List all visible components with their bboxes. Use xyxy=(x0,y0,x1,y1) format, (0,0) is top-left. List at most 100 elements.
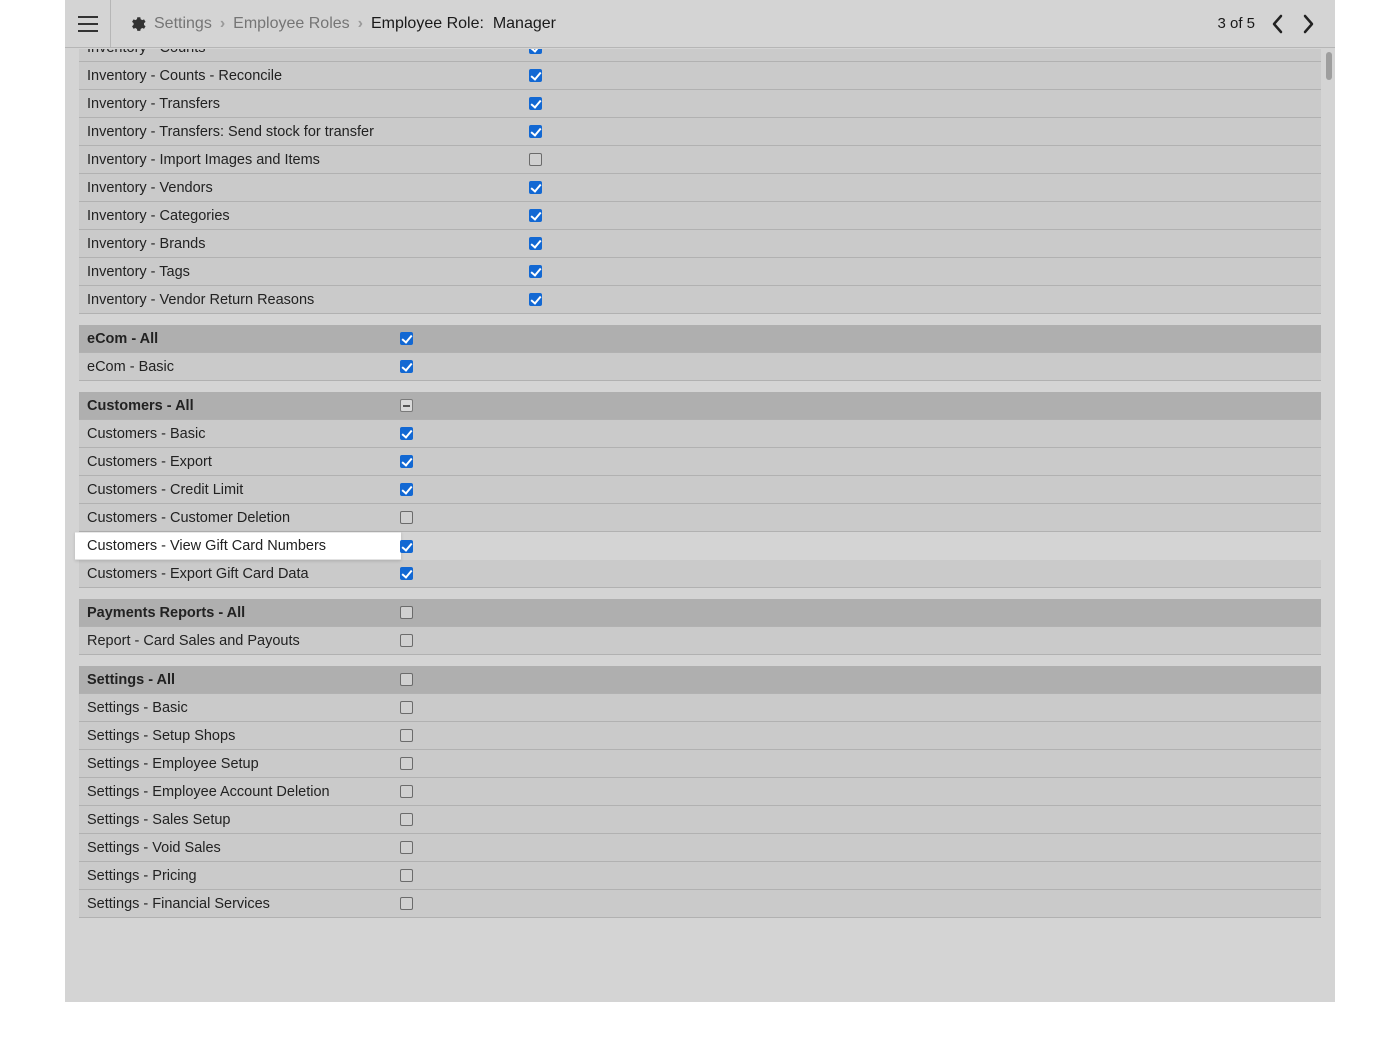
permission-checkbox[interactable] xyxy=(400,540,413,553)
permission-group-header[interactable]: Customers - All xyxy=(79,392,1321,420)
permission-checkbox[interactable] xyxy=(529,49,542,54)
permission-checkbox[interactable] xyxy=(400,729,413,742)
permission-checkbox[interactable] xyxy=(400,869,413,882)
permission-label: Inventory - Transfers: Send stock for tr… xyxy=(79,124,374,140)
permission-row[interactable]: Inventory - Counts xyxy=(79,49,1321,62)
permission-checkbox[interactable] xyxy=(529,181,542,194)
checkbox-slot xyxy=(399,332,413,345)
permission-row[interactable]: Inventory - Categories xyxy=(79,202,1321,230)
permission-row[interactable]: Settings - Sales Setup xyxy=(79,806,1321,834)
permission-checkbox[interactable] xyxy=(529,97,542,110)
pager-label: 3 of 5 xyxy=(1217,15,1255,32)
checkbox-slot xyxy=(399,455,413,468)
permission-row[interactable]: Inventory - Import Images and Items xyxy=(79,146,1321,174)
permission-checkbox[interactable] xyxy=(529,153,542,166)
permission-row[interactable]: Settings - Employee Account Deletion xyxy=(79,778,1321,806)
permission-label: Settings - Setup Shops xyxy=(79,728,235,744)
checkbox-slot xyxy=(528,49,542,54)
permission-row[interactable]: Customers - Credit Limit xyxy=(79,476,1321,504)
permission-label: Inventory - Vendor Return Reasons xyxy=(79,292,314,308)
app-header: Settings › Employee Roles › Employee Rol… xyxy=(65,0,1335,48)
gear-icon[interactable] xyxy=(117,15,157,33)
permission-label: Inventory - Counts - Reconcile xyxy=(79,68,282,84)
checkbox-slot xyxy=(528,97,542,110)
breadcrumb-settings[interactable]: Settings xyxy=(154,15,212,33)
permission-checkbox[interactable] xyxy=(400,332,413,345)
permission-label: Settings - Financial Services xyxy=(79,896,270,912)
permission-group-header[interactable]: eCom - All xyxy=(79,325,1321,353)
permission-checkbox[interactable] xyxy=(400,511,413,524)
permission-checkbox[interactable] xyxy=(400,427,413,440)
permission-group-header[interactable]: Payments Reports - All xyxy=(79,599,1321,627)
permission-label: Settings - All xyxy=(79,672,175,688)
permission-checkbox[interactable] xyxy=(400,841,413,854)
permission-checkbox[interactable] xyxy=(529,265,542,278)
checkbox-slot xyxy=(399,813,413,826)
pager-next-button[interactable] xyxy=(1295,10,1321,38)
permission-label: Customers - Customer Deletion xyxy=(79,510,290,526)
checkbox-slot xyxy=(399,841,413,854)
checkbox-slot xyxy=(528,265,542,278)
permission-row[interactable]: Settings - Pricing xyxy=(79,862,1321,890)
permission-checkbox[interactable] xyxy=(529,293,542,306)
permissions-panel: Inventory - Counts Inventory - Counts - R… xyxy=(65,49,1335,953)
permission-checkbox[interactable] xyxy=(400,634,413,647)
checkbox-slot xyxy=(399,869,413,882)
checkbox-slot xyxy=(399,729,413,742)
permission-row[interactable]: Inventory - Transfers: Send stock for tr… xyxy=(79,118,1321,146)
permission-label: Customers - Export Gift Card Data xyxy=(79,566,309,582)
permission-checkbox[interactable] xyxy=(400,360,413,373)
permission-label: Inventory - Counts xyxy=(79,49,205,56)
permission-row[interactable]: Settings - Employee Setup xyxy=(79,750,1321,778)
permission-label: Payments Reports - All xyxy=(79,605,245,621)
permission-checkbox[interactable] xyxy=(400,455,413,468)
breadcrumb-employee-roles[interactable]: Employee Roles xyxy=(233,15,350,33)
scrollbar-thumb[interactable] xyxy=(1326,52,1332,80)
permission-checkbox[interactable] xyxy=(400,567,413,580)
permission-row[interactable]: Settings - Basic xyxy=(79,694,1321,722)
checkbox-slot xyxy=(399,540,413,553)
permission-row[interactable]: Settings - Void Sales xyxy=(79,834,1321,862)
permission-label: Customers - Credit Limit xyxy=(79,482,243,498)
permission-row[interactable]: Customers - Customer Deletion xyxy=(79,504,1321,532)
permission-checkbox[interactable] xyxy=(400,483,413,496)
permission-row[interactable]: Inventory - Transfers xyxy=(79,90,1321,118)
permission-label: Inventory - Import Images and Items xyxy=(79,152,320,168)
permission-row[interactable]: Settings - Setup Shops xyxy=(79,722,1321,750)
permission-group-header[interactable]: Settings - All xyxy=(79,666,1321,694)
checkbox-slot xyxy=(399,785,413,798)
permission-row[interactable]: Inventory - Vendor Return Reasons xyxy=(79,286,1321,314)
permission-row[interactable]: Customers - View Gift Card Numbers xyxy=(75,532,401,560)
permission-checkbox[interactable] xyxy=(400,701,413,714)
breadcrumb: Settings › Employee Roles › Employee Rol… xyxy=(154,15,556,33)
permission-checkbox[interactable] xyxy=(529,125,542,138)
permission-checkbox[interactable] xyxy=(400,785,413,798)
permission-row[interactable]: Inventory - Tags xyxy=(79,258,1321,286)
permission-checkbox[interactable] xyxy=(400,897,413,910)
checkbox-slot xyxy=(399,701,413,714)
permission-row[interactable]: Customers - Export xyxy=(79,448,1321,476)
permission-checkbox[interactable] xyxy=(529,69,542,82)
permission-label: Report - Card Sales and Payouts xyxy=(79,633,300,649)
permission-checkbox[interactable] xyxy=(400,399,413,412)
permission-row[interactable]: Inventory - Counts - Reconcile xyxy=(79,62,1321,90)
permission-checkbox[interactable] xyxy=(529,237,542,250)
permission-label: Customers - All xyxy=(79,398,194,414)
permission-row[interactable]: Report - Card Sales and Payouts xyxy=(79,627,1321,655)
permission-label: eCom - Basic xyxy=(79,359,174,375)
permission-row[interactable]: Inventory - Brands xyxy=(79,230,1321,258)
permission-row[interactable]: Customers - Export Gift Card Data xyxy=(79,560,1321,588)
checkbox-slot xyxy=(528,125,542,138)
permission-checkbox[interactable] xyxy=(400,673,413,686)
permission-row[interactable]: Inventory - Vendors xyxy=(79,174,1321,202)
permission-checkbox[interactable] xyxy=(529,209,542,222)
permission-label: Inventory - Categories xyxy=(79,208,230,224)
permission-checkbox[interactable] xyxy=(400,813,413,826)
menu-icon[interactable] xyxy=(65,0,111,48)
permission-checkbox[interactable] xyxy=(400,606,413,619)
permission-row[interactable]: eCom - Basic xyxy=(79,353,1321,381)
permission-checkbox[interactable] xyxy=(400,757,413,770)
pager-prev-button[interactable] xyxy=(1265,10,1291,38)
permission-row[interactable]: Settings - Financial Services xyxy=(79,890,1321,918)
permission-row[interactable]: Customers - Basic xyxy=(79,420,1321,448)
